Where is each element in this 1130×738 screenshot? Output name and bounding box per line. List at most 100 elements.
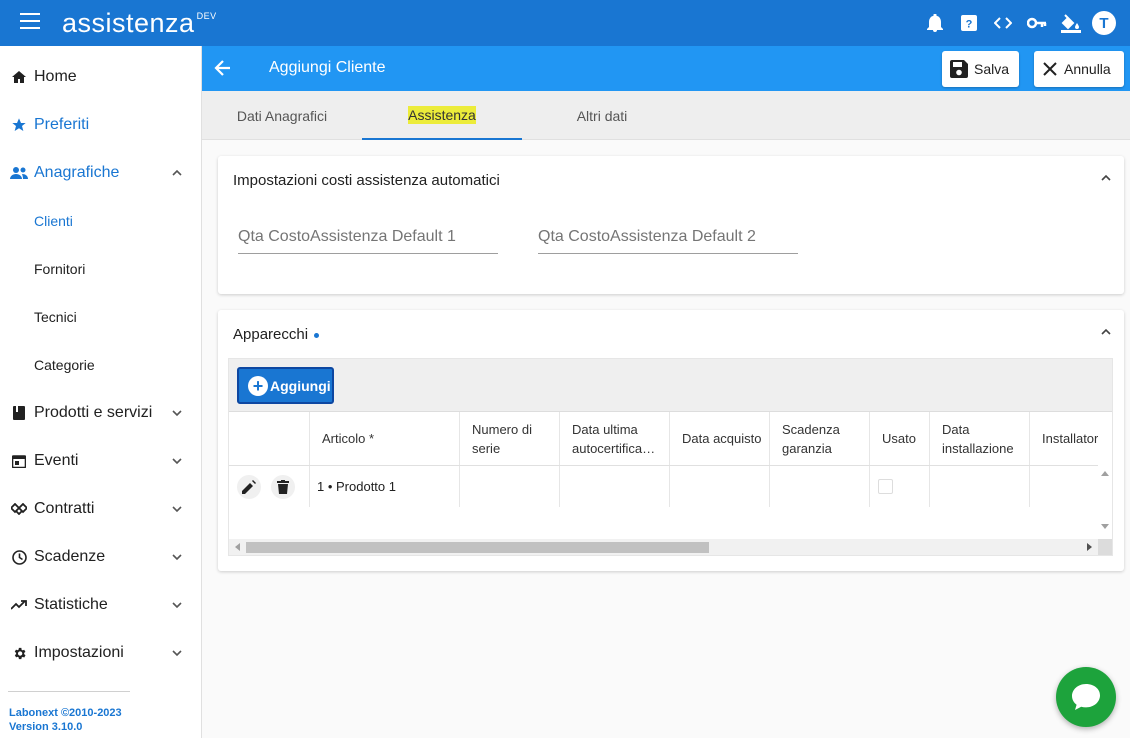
column-actions bbox=[229, 412, 310, 465]
user-avatar[interactable]: T bbox=[1092, 11, 1116, 35]
column-header-scadenza-garanzia[interactable]: Scadenza garanzia bbox=[770, 412, 870, 465]
column-header-numero-serie[interactable]: Numero di serie bbox=[460, 412, 560, 465]
vertical-scrollbar[interactable] bbox=[1098, 412, 1112, 540]
scroll-thumb[interactable] bbox=[246, 542, 709, 553]
card-title: Apparecchi bbox=[233, 326, 320, 343]
chat-button[interactable] bbox=[1056, 667, 1116, 727]
chevron-down-icon bbox=[172, 506, 182, 513]
sidebar-item-home[interactable]: Home bbox=[0, 53, 201, 101]
row-actions bbox=[229, 466, 310, 507]
sidebar-item-fornitori[interactable]: Fornitori bbox=[0, 245, 201, 293]
back-arrow-icon[interactable] bbox=[213, 58, 233, 78]
tab-label: Altri dati bbox=[576, 107, 628, 124]
save-label: Salva bbox=[974, 61, 1010, 77]
sidebar-item-scadenze[interactable]: Scadenze bbox=[0, 533, 201, 581]
devices-grid: + Aggiungi Articolo * Numero di serie Da… bbox=[228, 358, 1113, 556]
scroll-left-icon[interactable] bbox=[234, 543, 240, 551]
tab-dati-anagrafici[interactable]: Dati Anagrafici bbox=[202, 91, 362, 140]
tab-altri-dati[interactable]: Altri dati bbox=[522, 91, 682, 140]
sidebar-item-label: Scadenze bbox=[34, 548, 106, 565]
key-icon[interactable] bbox=[1020, 0, 1054, 46]
sidebar-item-tecnici[interactable]: Tecnici bbox=[0, 293, 201, 341]
sidebar-item-preferiti[interactable]: Preferiti bbox=[0, 101, 201, 149]
modified-dot bbox=[314, 332, 320, 338]
column-header-data-acquisto[interactable]: Data acquisto bbox=[670, 412, 770, 465]
sidebar-item-label: Home bbox=[34, 68, 77, 85]
plus-circle-icon: + bbox=[248, 375, 268, 396]
sidebar-item-prodotti[interactable]: Prodotti e servizi bbox=[0, 389, 201, 437]
chevron-up-icon[interactable] bbox=[1100, 326, 1112, 338]
column-header-installatore[interactable]: Installator bbox=[1030, 412, 1098, 465]
sidebar-item-clienti[interactable]: Clienti bbox=[0, 197, 201, 245]
sidebar-item-eventi[interactable]: Eventi bbox=[0, 437, 201, 485]
sidebar-item-categorie[interactable]: Categorie bbox=[0, 341, 201, 389]
tab-label: Assistenza bbox=[408, 105, 476, 124]
cell-numero-serie[interactable] bbox=[460, 466, 560, 507]
tab-label: Dati Anagrafici bbox=[236, 107, 328, 124]
chevron-down-icon bbox=[172, 554, 182, 561]
close-icon bbox=[1043, 62, 1057, 76]
scroll-corner bbox=[1098, 539, 1112, 555]
qta-costo-default-1-input[interactable] bbox=[238, 222, 498, 246]
scroll-right-icon[interactable] bbox=[1087, 543, 1093, 551]
sidebar-item-label: Statistiche bbox=[34, 596, 108, 613]
horizontal-scrollbar[interactable] bbox=[229, 539, 1098, 555]
cell-installatore[interactable] bbox=[1030, 466, 1098, 507]
column-header-usato[interactable]: Usato bbox=[870, 412, 930, 465]
version-text: Version 3.10.0 bbox=[9, 721, 83, 733]
qta-costo-default-2-field[interactable] bbox=[538, 222, 798, 254]
bell-icon[interactable] bbox=[918, 0, 952, 46]
main-content: Aggiungi Cliente Salva Annulla Dati Anag… bbox=[202, 46, 1130, 738]
sidebar-item-anagrafiche[interactable]: Anagrafiche bbox=[0, 149, 201, 197]
sidebar-item-statistiche[interactable]: Statistiche bbox=[0, 581, 201, 629]
svg-text:?: ? bbox=[966, 19, 973, 31]
gear-icon bbox=[10, 644, 28, 662]
chevron-down-icon bbox=[172, 602, 182, 609]
chevron-down-icon bbox=[172, 650, 182, 657]
column-header-data-ultima[interactable]: Data ultima autocertifica… bbox=[560, 412, 670, 465]
cell-scadenza-garanzia[interactable] bbox=[770, 466, 870, 507]
cancel-button[interactable]: Annulla bbox=[1034, 51, 1124, 87]
devices-title: Apparecchi bbox=[233, 326, 309, 343]
trash-icon[interactable] bbox=[271, 474, 295, 499]
cell-data-ultima[interactable] bbox=[560, 466, 670, 507]
sidebar-item-label: Impostazioni bbox=[34, 644, 124, 661]
cell-data-acquisto[interactable] bbox=[670, 466, 770, 507]
people-icon bbox=[10, 164, 28, 182]
column-header-data-installazione[interactable]: Data installazione bbox=[930, 412, 1030, 465]
sidebar-item-impostazioni[interactable]: Impostazioni bbox=[0, 629, 201, 677]
help-icon[interactable]: ? bbox=[952, 0, 986, 46]
code-icon[interactable] bbox=[986, 0, 1020, 46]
usato-checkbox[interactable] bbox=[878, 479, 893, 494]
grid-toolbar: + Aggiungi bbox=[229, 359, 1112, 412]
table-row[interactable]: 1 • Prodotto 1 bbox=[229, 466, 1098, 507]
chevron-up-icon[interactable] bbox=[1100, 172, 1112, 184]
menu-icon[interactable] bbox=[20, 13, 40, 29]
cell-usato bbox=[870, 466, 930, 507]
logo-text: assistenza bbox=[62, 8, 195, 38]
paint-bucket-icon[interactable] bbox=[1054, 0, 1088, 46]
tab-assistenza[interactable]: Assistenza bbox=[362, 91, 522, 140]
cell-data-installazione[interactable] bbox=[930, 466, 1030, 507]
tab-bar: Dati Anagrafici Assistenza Altri dati bbox=[202, 91, 1130, 140]
cell-articolo[interactable]: 1 • Prodotto 1 bbox=[310, 466, 460, 507]
add-label: Aggiungi bbox=[270, 377, 331, 394]
chevron-down-icon bbox=[172, 458, 182, 465]
card-title: Impostazioni costi assistenza automatici bbox=[233, 172, 500, 189]
star-icon bbox=[10, 116, 28, 134]
handshake-icon bbox=[10, 500, 28, 518]
app-logo[interactable]: assistenza DEV bbox=[62, 6, 217, 40]
env-badge: DEV bbox=[196, 11, 217, 21]
qta-costo-default-1-field[interactable] bbox=[238, 222, 498, 254]
add-device-button[interactable]: + Aggiungi bbox=[237, 367, 334, 404]
scroll-down-icon[interactable] bbox=[1101, 524, 1109, 530]
save-button[interactable]: Salva bbox=[942, 51, 1019, 87]
qta-costo-default-2-input[interactable] bbox=[538, 222, 798, 246]
column-header-articolo[interactable]: Articolo * bbox=[310, 412, 460, 465]
edit-icon[interactable] bbox=[237, 474, 261, 499]
grid-header: Articolo * Numero di serie Data ultima a… bbox=[229, 412, 1098, 466]
sidebar-item-label: Preferiti bbox=[34, 116, 90, 133]
sidebar-item-contratti[interactable]: Contratti bbox=[0, 485, 201, 533]
scroll-up-icon[interactable] bbox=[1101, 470, 1109, 476]
sidebar-item-label: Categorie bbox=[34, 357, 95, 373]
